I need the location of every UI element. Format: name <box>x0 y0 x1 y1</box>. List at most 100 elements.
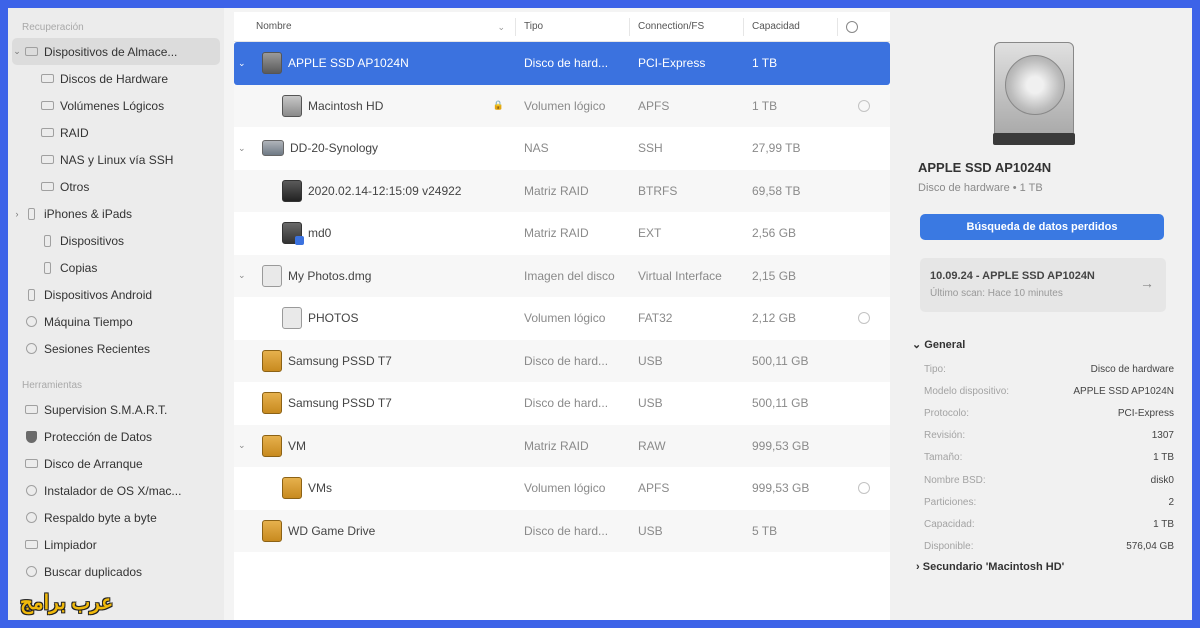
property-key: Capacidad: <box>924 518 975 530</box>
column-header-name[interactable]: Nombre ⌄ <box>234 17 516 36</box>
mount-status-icon[interactable] <box>858 312 870 325</box>
sidebar-item-label: Dispositivos <box>60 233 125 248</box>
chevron-icon[interactable]: › <box>12 209 22 219</box>
column-header-connection[interactable]: Connection/FS <box>630 17 744 36</box>
table-row[interactable]: ⌄ DD-20-Synology NAS SSH 27,99 TB <box>234 127 890 170</box>
sidebar-item-rec-2[interactable]: Volúmenes Lógicos <box>8 92 224 119</box>
property-row: Tipo: Disco de hardware <box>924 358 1174 380</box>
table-row[interactable]: ⌄ VM Matriz RAID RAW 999,53 GB <box>234 424 890 468</box>
search-lost-data-button[interactable]: Búsqueda de datos perdidos <box>920 214 1164 240</box>
cell-capacity: 27,99 TB <box>752 141 801 156</box>
backup-icon <box>22 511 40 525</box>
table-row[interactable]: Samsung PSSD T7 Disco de hard... USB 500,11… <box>234 382 890 425</box>
property-row: Nombre BSD: disk0 <box>924 469 1174 491</box>
sidebar-item-rec-6[interactable]: › iPhones & iPads <box>8 200 224 227</box>
disk-icon <box>262 519 282 542</box>
expand-chevron-icon[interactable]: ⌄ <box>238 440 246 451</box>
sidebar-item-rec-7[interactable]: Dispositivos <box>8 227 224 254</box>
chevron-icon[interactable]: ⌄ <box>12 46 22 57</box>
sidebar-item-rec-4[interactable]: NAS y Linux vía SSH <box>8 146 224 173</box>
mount-status-icon[interactable] <box>858 99 870 112</box>
property-key: Particiones: <box>924 496 977 508</box>
sidebar-item-tools-3[interactable]: Instalador de OS X/mac... <box>8 477 224 504</box>
table-row[interactable]: WD Game Drive Disco de hard... USB 5 TB <box>234 509 890 552</box>
property-row: Tamaño: 1 TB <box>924 447 1174 469</box>
cell-mount <box>838 482 890 495</box>
disk-icon <box>262 52 282 75</box>
cell-name: ⌄ VM <box>234 425 516 468</box>
sidebar-item-rec-0[interactable]: ⌄ Dispositivos de Almace... <box>12 38 220 65</box>
cell-name: ⌄ DD-20-Synology <box>234 127 516 170</box>
table-header: Nombre ⌄ Tipo Connection/FS Capacidad <box>234 12 890 42</box>
sidebar-item-label: Protección de Datos <box>44 429 153 444</box>
table-row[interactable]: md0 Matriz RAID EXT 2,56 GB <box>234 212 890 255</box>
cell-connection: APFS <box>638 98 670 113</box>
sidebar-item-tools-6[interactable]: Buscar duplicados <box>8 558 224 585</box>
row-name: My Photos.dmg <box>288 268 372 283</box>
sidebar-item-tools-4[interactable]: Respaldo byte a byte <box>8 504 224 531</box>
table-row[interactable]: Samsung PSSD T7 Disco de hard... USB 500,11… <box>234 339 890 382</box>
property-row: Capacidad: 1 TB <box>924 513 1174 535</box>
table-row[interactable]: VMs Volumen lógico APFS 999,53 GB <box>234 467 890 510</box>
sidebar-item-rec-10[interactable]: Máquina Tiempo <box>8 308 224 335</box>
sidebar-item-rec-11[interactable]: Sesiones Recientes <box>8 335 224 362</box>
expand-chevron-icon[interactable]: ⌄ <box>238 58 246 69</box>
table-row[interactable]: ⌄ APPLE SSD AP1024N Disco de hard... PCI-Ex… <box>234 42 890 85</box>
cell-connection: FAT32 <box>638 311 673 326</box>
disk-icon <box>262 349 282 372</box>
detail-panel: APPLE SSD AP1024N Disco de hardware • 1 … <box>898 8 1192 620</box>
row-name: 2020.02.14-12:15:09 v24922 <box>308 183 462 198</box>
sidebar-item-label: RAID <box>60 125 89 140</box>
sidebar-item-rec-1[interactable]: Discos de Hardware <box>8 65 224 92</box>
property-key: Protocolo: <box>924 407 970 419</box>
table-row[interactable]: ⌄ My Photos.dmg Imagen del disco Virtual In… <box>234 254 890 297</box>
property-value: 1307 <box>1151 430 1174 442</box>
cell-mount <box>838 312 890 325</box>
row-name: WD Game Drive <box>288 523 376 538</box>
expand-chevron-icon[interactable]: ⌄ <box>238 143 246 154</box>
sidebar-item-rec-3[interactable]: RAID <box>8 119 224 146</box>
column-header-capacity[interactable]: Capacidad <box>744 17 838 36</box>
table-row[interactable]: PHOTOS Volumen lógico FAT32 2,12 GB <box>234 297 890 340</box>
phone-icon <box>38 261 56 275</box>
sidebar-item-tools-5[interactable]: Limpiador <box>8 531 224 558</box>
table-row[interactable]: Macintosh HD 🔒 Volumen lógico APFS 1 TB <box>234 84 890 128</box>
column-header-mount[interactable] <box>838 18 890 36</box>
column-header-type[interactable]: Tipo <box>516 17 630 36</box>
cell-name: Macintosh HD 🔒 <box>234 85 516 128</box>
sidebar-item-label: Buscar duplicados <box>44 564 143 579</box>
disk-icon <box>262 140 284 157</box>
secondary-section-toggle[interactable]: › Secundario 'Macintosh HD' <box>916 561 1064 573</box>
drive-icon <box>38 126 56 140</box>
sidebar-item-tools-0[interactable]: Supervision S.M.A.R.T. <box>8 396 224 423</box>
general-section-toggle[interactable]: ⌄ General <box>912 338 965 351</box>
row-name: Macintosh HD <box>308 98 384 113</box>
sidebar: Recuperación ⌄ Dispositivos de Almace... D… <box>8 8 224 620</box>
expand-chevron-icon[interactable]: ⌄ <box>238 270 246 281</box>
sidebar-item-rec-8[interactable]: Copias <box>8 254 224 281</box>
sidebar-item-rec-5[interactable]: Otros <box>8 173 224 200</box>
row-name: DD-20-Synology <box>290 141 379 156</box>
mount-status-icon[interactable] <box>858 482 870 495</box>
detail-title: APPLE SSD AP1024N <box>918 160 1052 175</box>
detail-subtitle: Disco de hardware • 1 TB <box>918 182 1043 194</box>
cell-type: Volumen lógico <box>524 481 606 496</box>
disk-icon <box>282 477 302 500</box>
row-name: Samsung PSSD T7 <box>288 353 392 368</box>
main-pane: Nombre ⌄ Tipo Connection/FS Capacidad ⌄ A… <box>224 8 890 620</box>
recent-scan-card[interactable]: 10.09.24 - APPLE SSD AP1024N Último scan… <box>920 258 1166 312</box>
disk-icon <box>282 307 302 330</box>
cell-capacity: 500,11 GB <box>752 353 809 368</box>
cell-name: PHOTOS <box>234 297 516 340</box>
sidebar-item-tools-1[interactable]: Protección de Datos <box>8 423 224 450</box>
sidebar-item-rec-9[interactable]: Dispositivos Android <box>8 281 224 308</box>
column-name-label: Nombre <box>256 20 292 32</box>
table-row[interactable]: 2020.02.14-12:15:09 v24922 Matriz RAID BTR… <box>234 169 890 212</box>
hard-drive-icon <box>993 42 1075 145</box>
cell-capacity: 999,53 GB <box>752 481 810 496</box>
row-name: VMs <box>308 481 332 496</box>
property-row: Modelo dispositivo: APPLE SSD AP1024N <box>924 380 1174 402</box>
sidebar-item-tools-2[interactable]: Disco de Arranque <box>8 450 224 477</box>
row-name: VM <box>288 438 306 453</box>
row-name: PHOTOS <box>308 311 359 326</box>
